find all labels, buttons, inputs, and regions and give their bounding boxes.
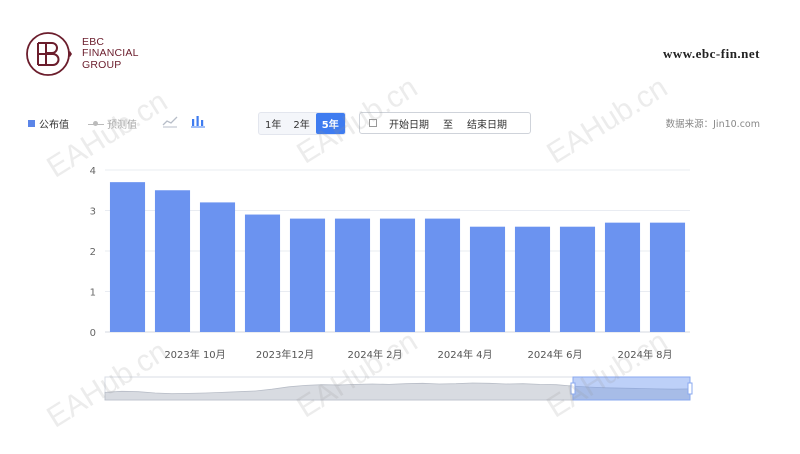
bar[interactable] bbox=[199, 202, 236, 332]
bar[interactable] bbox=[424, 218, 461, 332]
x-tick-label: 2023年 10月 bbox=[164, 348, 225, 361]
bar[interactable] bbox=[559, 226, 596, 332]
y-tick-label: 0 bbox=[90, 328, 96, 339]
x-tick-label: 2024年 8月 bbox=[618, 348, 673, 361]
x-tick-label: 2024年 2月 bbox=[348, 348, 403, 361]
y-tick-label: 3 bbox=[90, 207, 96, 218]
bar[interactable] bbox=[514, 226, 551, 332]
bar[interactable] bbox=[334, 218, 371, 332]
bar[interactable] bbox=[244, 214, 281, 332]
navigator-handle[interactable] bbox=[570, 382, 576, 395]
bar[interactable] bbox=[289, 218, 326, 332]
bar[interactable] bbox=[154, 190, 191, 332]
navigator-selection[interactable] bbox=[572, 376, 691, 401]
y-tick-label: 4 bbox=[90, 166, 96, 177]
range-navigator[interactable] bbox=[104, 376, 693, 401]
y-tick-label: 2 bbox=[90, 247, 96, 258]
bar-chart: 0 1 2 3 4 2023年 10月 2023年12月 2024年 2月 2024年 4月 2… bbox=[90, 166, 693, 401]
bar[interactable] bbox=[379, 218, 416, 332]
y-tick-label: 1 bbox=[90, 288, 96, 299]
bar[interactable] bbox=[604, 222, 641, 332]
x-tick-label: 2024年 6月 bbox=[528, 348, 583, 361]
bar[interactable] bbox=[469, 226, 506, 332]
navigator-handle[interactable] bbox=[687, 382, 693, 395]
bar[interactable] bbox=[109, 182, 146, 332]
x-tick-label: 2023年12月 bbox=[256, 348, 314, 361]
bar[interactable] bbox=[649, 222, 686, 332]
x-tick-label: 2024年 4月 bbox=[438, 348, 493, 361]
